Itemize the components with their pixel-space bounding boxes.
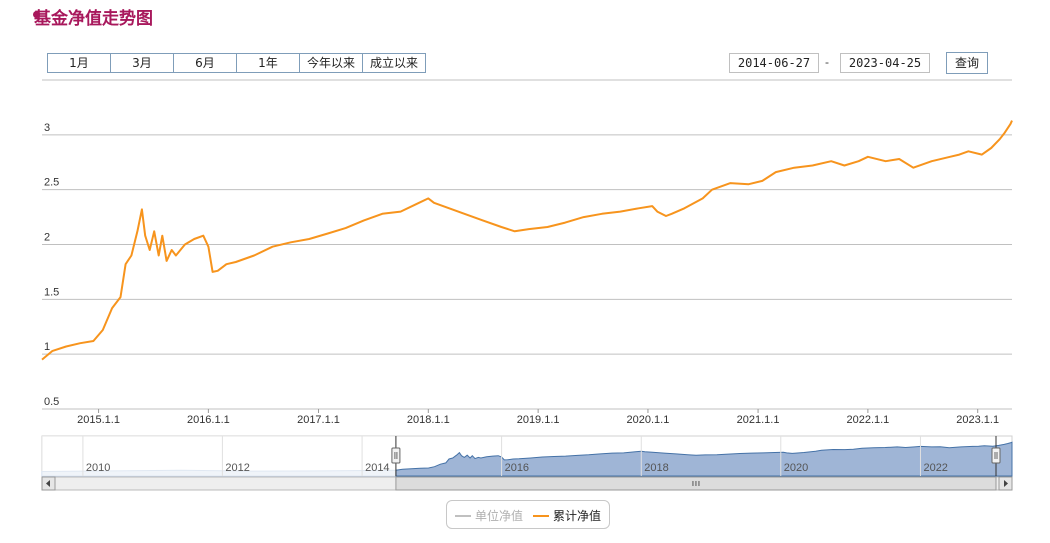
navigator-tick-label: 2016 — [505, 462, 529, 474]
y-tick-label: 1 — [44, 341, 50, 353]
nav-chart: 0.5 1 1.5 2 2.5 3 2015.1.1 2016.1.1 2017.1.1 2018… — [41, 79, 1013, 491]
navigator-tick-label: 2012 — [225, 462, 249, 474]
y-tick-label: 2.5 — [44, 177, 59, 189]
navigator-tick-label: 2014 — [365, 462, 389, 474]
navigator-tick-label: 2020 — [784, 462, 808, 474]
navigator-tick-label: 2022 — [923, 462, 947, 474]
navigator-handle-left[interactable] — [391, 447, 401, 464]
legend-label-unit-nav: 单位净值 — [475, 509, 524, 523]
y-tick-label: 1.5 — [44, 286, 59, 298]
x-tick-label: 2020.1.1 — [627, 414, 670, 426]
legend-swatch-cumulative-nav — [533, 514, 549, 517]
y-tick-label: 3 — [44, 122, 50, 134]
x-tick-label: 2021.1.1 — [737, 414, 780, 426]
navigator-tick-label: 2010 — [86, 462, 110, 474]
x-tick-label: 2015.1.1 — [77, 414, 120, 426]
navigator-handle-right[interactable] — [991, 447, 1001, 464]
legend-item-unit-nav[interactable]: 单位净值 — [455, 507, 523, 524]
y-tick-label: 2 — [44, 232, 50, 244]
y-tick-label: 0.5 — [44, 396, 59, 408]
x-tick-label: 2022.1.1 — [846, 414, 889, 426]
x-tick-label: 2016.1.1 — [187, 414, 230, 426]
navigator-tick-label: 2018 — [644, 462, 668, 474]
legend-swatch-unit-nav — [455, 514, 471, 517]
x-tick-label: 2019.1.1 — [517, 414, 560, 426]
series-line-cumulative-nav — [41, 120, 1013, 361]
chart-legend: 单位净值 累计净值 — [446, 500, 610, 529]
x-tick-label: 2018.1.1 — [407, 414, 450, 426]
x-tick-label: 2017.1.1 — [297, 414, 340, 426]
x-tick-label: 2023.1.1 — [956, 414, 999, 426]
legend-item-cumulative-nav[interactable]: 累计净值 — [533, 507, 601, 524]
legend-label-cumulative-nav: 累计净值 — [553, 509, 602, 523]
